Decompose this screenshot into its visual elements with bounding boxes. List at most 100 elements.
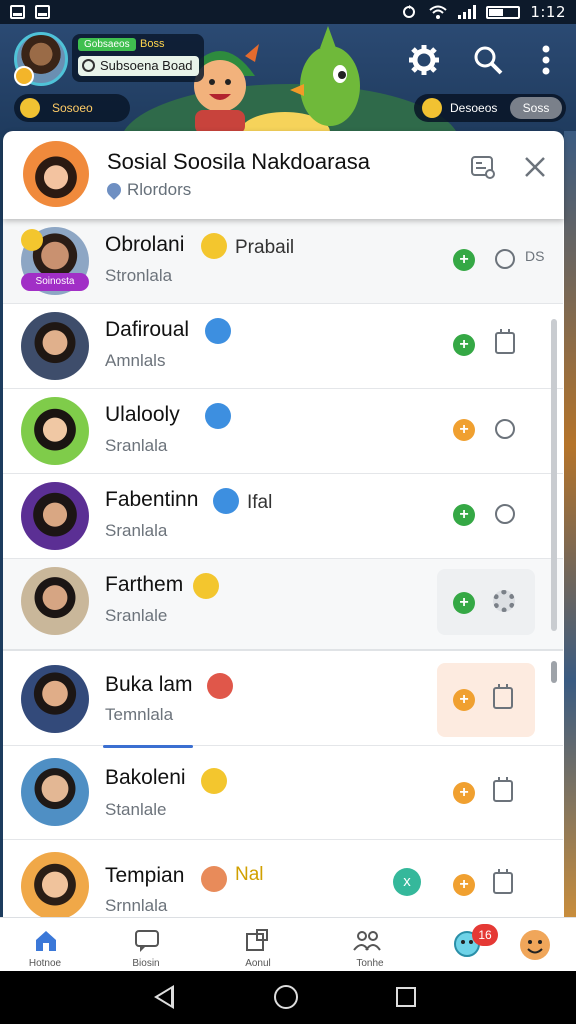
tab-profile[interactable] — [496, 918, 576, 972]
tab-label: Biosin — [132, 958, 160, 969]
add-action-icon[interactable]: + — [453, 782, 475, 804]
rewards-pill-button[interactable]: Soss — [510, 97, 562, 119]
add-action-icon[interactable]: + — [453, 334, 475, 356]
group-subtitle: Rlordors — [127, 180, 192, 199]
home-button-icon[interactable] — [274, 985, 298, 1009]
emoji-grin-icon — [193, 573, 219, 599]
settings-gear-icon[interactable] — [493, 590, 515, 612]
select-circle-icon[interactable] — [495, 504, 515, 524]
contact-avatar[interactable] — [21, 665, 89, 733]
action-tile[interactable] — [437, 663, 535, 737]
tab-home[interactable]: Hotnoe — [5, 918, 85, 972]
system-nav-bar — [0, 971, 576, 1024]
currency-pill-label: Sosoeo — [52, 101, 93, 115]
add-action-icon[interactable]: + — [453, 874, 475, 896]
calendar-icon[interactable] — [493, 777, 513, 802]
scrollbar-track[interactable] — [551, 319, 557, 631]
back-icon[interactable] — [154, 985, 174, 1009]
add-action-icon[interactable]: + — [453, 419, 475, 441]
settings-gear-icon[interactable] — [406, 42, 442, 78]
group-header-card[interactable]: Sosial Soosila Nakdoarasa Rlordors — [3, 131, 564, 219]
contact-name: Farthem — [105, 573, 184, 596]
location-icon — [104, 180, 124, 200]
contact-avatar[interactable] — [21, 312, 89, 380]
emoji-wave-icon — [205, 403, 231, 429]
player-name-field[interactable]: Subsoena Boad — [78, 56, 199, 76]
contact-tag: Nal — [235, 864, 264, 885]
clock: 1:12 — [530, 3, 566, 21]
recent-apps-icon[interactable] — [396, 987, 416, 1007]
add-action-icon[interactable]: + — [453, 689, 475, 711]
group-title: Sosial Soosila Nakdoarasa — [107, 149, 370, 174]
player-level-badge — [14, 66, 34, 86]
tab-games[interactable]: Aonul — [218, 918, 298, 972]
contact-status: Srnnlala — [105, 896, 168, 915]
group-info-icon[interactable] — [469, 153, 497, 181]
contact-tag: Prabail — [235, 237, 295, 258]
calendar-icon[interactable] — [493, 869, 513, 894]
tab-label: Hotnoe — [28, 958, 62, 969]
add-action-icon[interactable]: + — [453, 249, 475, 271]
profile-emoji-icon — [520, 930, 550, 960]
notification-badge: 16 — [472, 924, 498, 946]
calendar-icon[interactable] — [495, 329, 515, 354]
tab-label: Aonul — [245, 958, 271, 969]
game-header: Gobsaeos Boss Subsoena Boad Sosoeo Desoe… — [0, 24, 576, 134]
contact-avatar[interactable] — [21, 567, 89, 635]
action-tile[interactable] — [437, 569, 535, 635]
rewards-pill-label: Desoeos — [450, 101, 498, 115]
contact-tag: Ifal — [247, 492, 273, 513]
status-bar: 1:12 — [0, 0, 576, 24]
contact-avatar[interactable] — [21, 482, 89, 550]
tab-friends[interactable]: Tonhe — [330, 918, 410, 972]
coin-face-icon — [20, 98, 40, 118]
chat-bubble-icon — [135, 930, 159, 952]
list-item[interactable]: Dafiroual Amnlals + — [3, 304, 563, 389]
list-item[interactable]: Soinosta Obrolani Prabail Stronlala + DS — [3, 219, 563, 304]
contact-status: Amnlals — [105, 351, 166, 370]
puzzle-icon — [246, 929, 268, 951]
trophy-face-icon — [422, 98, 442, 118]
currency-pill[interactable]: Sosoeo — [14, 94, 130, 122]
row-option-label: DS — [525, 248, 545, 264]
contact-name: Obrolani — [105, 233, 185, 256]
game-invite-icon[interactable]: x — [393, 868, 421, 896]
emoji-wave-icon — [205, 318, 231, 344]
list-item[interactable]: Buka lam Temnlala + — [3, 651, 563, 746]
list-item[interactable]: Tempian Nal Srnnlala x + — [3, 840, 563, 917]
emoji-angry-icon — [207, 673, 233, 699]
contact-avatar[interactable] — [21, 758, 89, 826]
photo-icon — [35, 5, 50, 19]
contact-status: Sranlala — [105, 521, 168, 540]
contact-badge: Soinosta — [21, 273, 89, 291]
search-icon[interactable] — [470, 42, 506, 78]
group-avatar[interactable] — [23, 141, 89, 207]
contact-avatar[interactable] — [21, 397, 89, 465]
emoji-face-icon — [21, 229, 43, 251]
calendar-icon[interactable] — [493, 684, 513, 709]
background-edge — [564, 131, 576, 917]
contact-avatar[interactable] — [21, 852, 89, 917]
more-menu-icon[interactable] — [528, 42, 564, 78]
contact-name: Dafiroual — [105, 318, 190, 341]
select-circle-icon[interactable] — [495, 419, 515, 439]
list-item[interactable]: Fabentinn Ifal Sranlala + — [3, 474, 563, 559]
list-item[interactable]: Bakoleni Stanlale + — [3, 746, 563, 840]
list-item[interactable]: Farthem Sranlale + — [3, 559, 563, 651]
people-icon — [353, 931, 381, 951]
player-name-text: Subsoena Boad — [100, 58, 193, 73]
add-action-icon[interactable]: + — [453, 592, 475, 614]
select-circle-icon[interactable] — [495, 249, 515, 269]
player-rank-label: Boss — [140, 38, 165, 50]
close-icon[interactable] — [521, 153, 549, 181]
add-action-icon[interactable]: + — [453, 504, 475, 526]
player-level-tag: Gobsaeos — [78, 38, 136, 51]
scrollbar-thumb[interactable] — [551, 661, 557, 683]
contact-status: Stanlale — [105, 800, 167, 819]
rewards-pill[interactable]: Desoeos Soss — [414, 94, 566, 122]
list-item[interactable]: Ulalooly Sranlala + — [3, 389, 563, 474]
chat-list[interactable]: Soinosta Obrolani Prabail Stronlala + DS… — [3, 219, 564, 917]
contact-name: Bakoleni — [105, 766, 186, 789]
home-icon — [36, 931, 56, 951]
tab-chats[interactable]: Biosin — [106, 918, 186, 972]
